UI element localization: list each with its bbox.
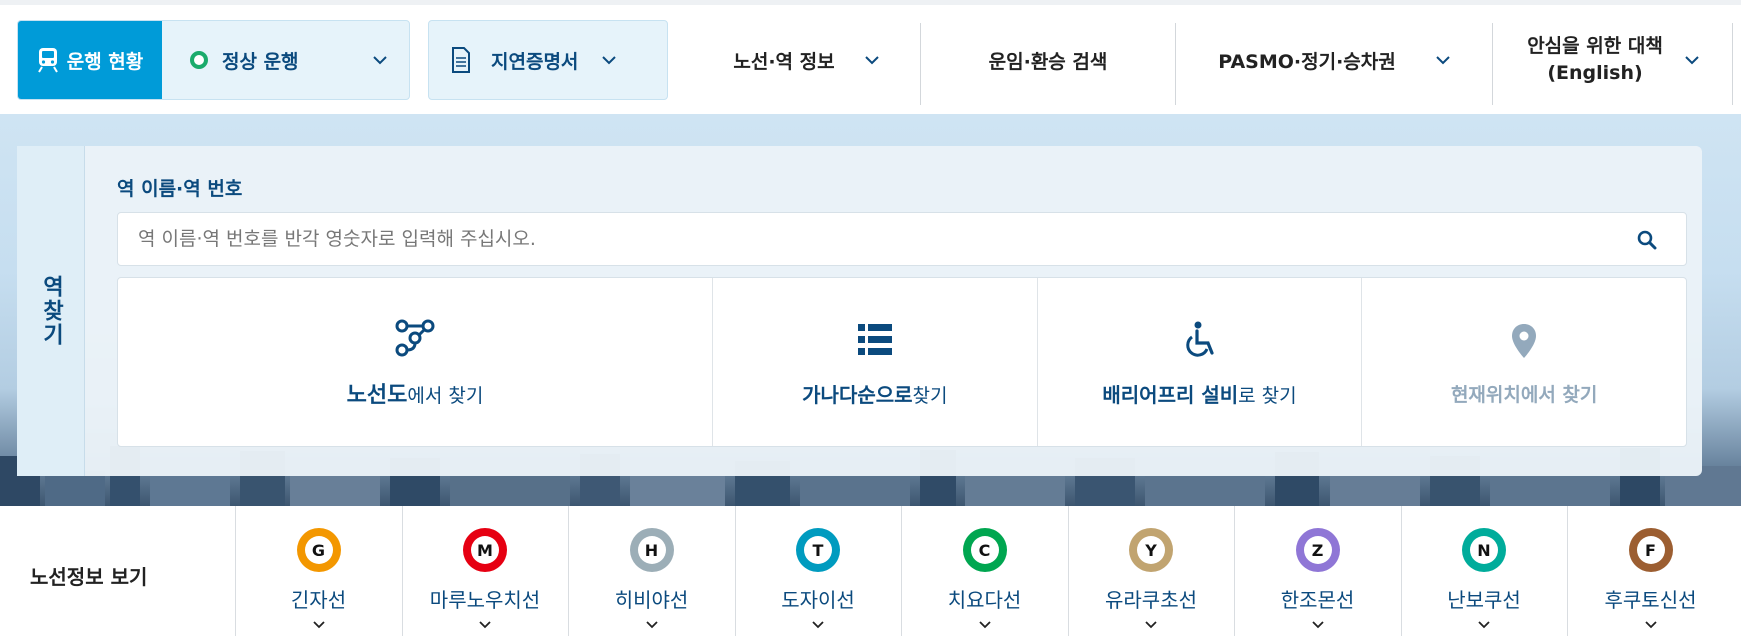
find-by-route-map-button[interactable]: 노선도에서 찾기 <box>118 278 713 446</box>
top-navigation: 운행 현황 정상 운행 지연증명서 노선·역 정보 운임·환승 검색 PASMO… <box>0 0 1741 114</box>
chevron-down-icon <box>864 55 879 64</box>
operation-status-dropdown[interactable]: 운행 현황 정상 운행 <box>17 20 410 100</box>
operation-status-label: 운행 현황 <box>18 21 162 99</box>
line-name: 난보쿠선 <box>1447 588 1521 612</box>
nav-fare-transfer-search[interactable]: 운임·환승 검색 <box>921 20 1175 100</box>
station-search-box <box>117 212 1687 266</box>
station-search-panel: 역찾기 역 이름·역 번호 역 이름·역 번호를 반각 영숫자로 입력해 주십시… <box>17 146 1702 476</box>
nav-safety-measures-label: 안심을 위한 대책 <box>1527 35 1663 57</box>
line-letter: F <box>1636 536 1665 564</box>
line-letter: N <box>1470 536 1498 564</box>
line-badge-icon: H <box>629 528 674 572</box>
line-name: 치요다선 <box>947 588 1022 612</box>
find-current-location-button[interactable]: 현재위치에서 찾기 <box>1362 278 1686 446</box>
search-icon[interactable] <box>1636 229 1658 251</box>
line-badge-icon: Z <box>1295 528 1340 572</box>
line-badge-icon: T <box>796 528 840 572</box>
line-item[interactable]: N 난보쿠선 <box>1400 506 1567 636</box>
train-icon <box>37 48 58 73</box>
nav-safety-measures-sub: (English) <box>1547 62 1643 84</box>
route-map-icon <box>392 315 438 361</box>
line-name: 마루노우치선 <box>429 588 541 612</box>
chevron-down-icon <box>1145 621 1157 629</box>
nav-line-station-info-label: 노선·역 정보 <box>733 50 835 73</box>
list-icon <box>852 317 898 363</box>
find-barrier-free-label: 배리어프리 설비로 찾기 <box>1102 382 1297 407</box>
chevron-down-icon <box>1685 55 1699 64</box>
nav-divider <box>1732 23 1733 105</box>
line-name: 후쿠토신선 <box>1604 588 1697 612</box>
line-name: 유라쿠초선 <box>1105 588 1197 612</box>
operation-status-value[interactable]: 정상 운행 <box>162 21 409 99</box>
nav-fare-transfer-label: 운임·환승 검색 <box>988 50 1108 73</box>
line-badge-icon: M <box>463 528 507 572</box>
line-item[interactable]: H 히비야선 <box>568 506 734 636</box>
operation-status-text: 운행 현황 <box>66 50 144 73</box>
line-badge-icon: G <box>296 528 341 572</box>
line-item[interactable]: M 마루노우치선 <box>401 506 568 636</box>
normal-status-icon <box>190 51 208 69</box>
line-info-strip: 노선정보 보기 G 긴자선 M 마루노우치선 H 히비야선 T 도자이선 C 치요다선 Y 유라쿠초선… <box>0 506 1741 636</box>
find-alphabetical-label: 가나다순으로찾기 <box>802 382 948 407</box>
location-pin-icon <box>1501 318 1547 364</box>
line-letter: Y <box>1137 536 1165 564</box>
chevron-down-icon <box>373 55 387 64</box>
chevron-down-icon <box>602 55 617 64</box>
line-item[interactable]: Z 한조몬선 <box>1234 506 1400 636</box>
wheelchair-icon <box>1177 317 1223 363</box>
chevron-down-icon <box>1436 55 1450 64</box>
chevron-down-icon <box>645 621 658 629</box>
find-current-location-label: 현재위치에서 찾기 <box>1450 383 1598 406</box>
line-item[interactable]: F 후쿠토신선 <box>1567 506 1733 636</box>
find-by-route-map-label: 노선도에서 찾기 <box>346 383 484 408</box>
find-station-tab[interactable]: 역찾기 <box>17 146 85 476</box>
find-station-tab-label: 역찾기 <box>38 275 64 347</box>
line-letter: H <box>637 536 666 564</box>
nav-line-station-info[interactable]: 노선·역 정보 <box>692 20 920 100</box>
search-method-options: 노선도에서 찾기 가나다순으로찾기 배리어프리 설비로 찾기 현재위치에서 찾기 <box>117 277 1687 447</box>
nav-pasmo-tickets[interactable]: PASMO·정기·승차권 <box>1176 20 1492 100</box>
line-letter: T <box>804 536 832 564</box>
line-item[interactable]: T 도자이선 <box>734 506 901 636</box>
line-item[interactable]: Y 유라쿠초선 <box>1067 506 1234 636</box>
delay-certificate-dropdown[interactable]: 지연증명서 <box>428 20 668 100</box>
delay-certificate-label: 지연증명서 <box>491 50 579 73</box>
line-letter: M <box>471 536 499 564</box>
line-name: 도자이선 <box>781 588 855 612</box>
line-name: 긴자선 <box>290 588 347 612</box>
status-value-text: 정상 운행 <box>222 50 299 73</box>
line-item[interactable]: G 긴자선 <box>235 506 401 636</box>
station-search-label: 역 이름·역 번호 <box>117 178 243 200</box>
chevron-down-icon <box>812 621 824 629</box>
line-badge-icon: Y <box>1129 528 1173 572</box>
chevron-down-icon <box>312 621 325 629</box>
nav-pasmo-tickets-label: PASMO·정기·승차권 <box>1218 50 1396 73</box>
chevron-down-icon <box>1311 621 1324 629</box>
line-badge-icon: F <box>1628 528 1673 572</box>
find-barrier-free-button[interactable]: 배리어프리 설비로 찾기 <box>1038 278 1363 446</box>
line-badge-icon: N <box>1462 528 1506 572</box>
chevron-down-icon <box>978 621 991 629</box>
line-info-title: 노선정보 보기 <box>30 565 148 589</box>
line-name: 한조몬선 <box>1280 588 1355 612</box>
station-search-input[interactable] <box>118 213 1686 265</box>
line-item[interactable]: C 치요다선 <box>901 506 1067 636</box>
line-name: 히비야선 <box>614 588 689 612</box>
nav-safety-measures[interactable]: 안심을 위한 대책 (English) <box>1493 20 1733 100</box>
line-letter: G <box>304 536 333 564</box>
document-icon <box>452 47 470 73</box>
chevron-down-icon <box>1644 621 1657 629</box>
line-letter: C <box>970 536 999 564</box>
chevron-down-icon <box>479 621 491 629</box>
line-badge-icon: C <box>962 528 1007 572</box>
chevron-down-icon <box>1478 621 1490 629</box>
nav-safety-measures-text: 안심을 위한 대책 (English) <box>1527 33 1663 87</box>
line-letter: Z <box>1303 536 1332 564</box>
hero-background: 역찾기 역 이름·역 번호 역 이름·역 번호를 반각 영숫자로 입력해 주십시… <box>0 114 1741 506</box>
find-alphabetical-button[interactable]: 가나다순으로찾기 <box>713 278 1038 446</box>
